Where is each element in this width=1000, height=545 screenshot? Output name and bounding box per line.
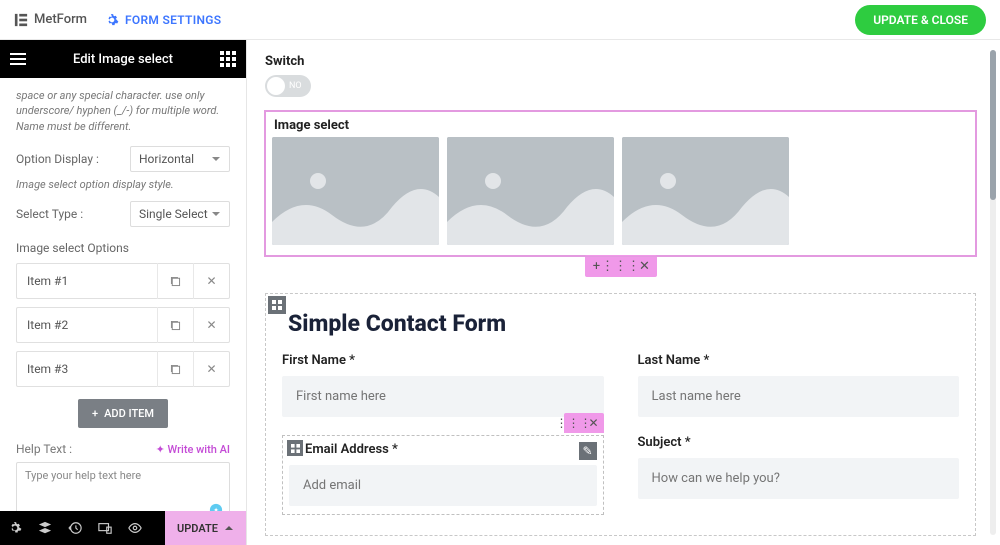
switch-knob [267,77,285,95]
option-item-label: Item #3 [17,362,157,376]
form-settings-button[interactable]: FORM SETTINGS [105,13,221,27]
copy-icon[interactable] [157,351,193,387]
option-item[interactable]: Item #3 ✕ [16,351,230,387]
image-option[interactable] [622,137,789,245]
last-name-label: Last Name * [638,353,960,368]
email-input[interactable] [289,465,597,506]
svg-text:✦: ✦ [213,507,219,511]
name-help-note: space or any special character. use only… [16,88,230,134]
first-name-field: First Name * [282,353,604,417]
top-bar: MetForm FORM SETTINGS UPDATE & CLOSE [0,0,1000,40]
help-text-row: Help Text : ✦ Write with AI [16,442,230,456]
copy-icon[interactable] [157,263,193,299]
chevron-down-icon [211,209,221,219]
subject-label: Subject * [638,435,960,450]
brand[interactable]: MetForm [14,12,87,27]
chevron-up-icon [224,523,234,533]
help-text-label: Help Text : [16,442,72,456]
email-field: ⋮⋮⋮ ✕ ✎ Email Address * [282,435,604,515]
update-button[interactable]: UPDATE [165,511,246,545]
settings-icon[interactable] [0,511,30,545]
scrollbar-thumb[interactable] [990,50,996,200]
option-item-label: Item #2 [17,318,157,332]
image-select-title: Image select [266,112,975,137]
close-icon[interactable]: ✕ [193,263,229,299]
image-select-options [266,137,975,245]
canvas-area: Switch NO Image select + ⋮⋮⋮ ✕ Simple C [247,40,1000,545]
email-label: Email Address * [305,442,597,457]
panel-header: Edit Image select [0,40,246,78]
form-grid: First Name * Last Name * ⋮⋮⋮ ✕ ✎ Ema [282,353,959,515]
contact-form-title: Simple Contact Form [288,310,959,337]
drag-icon[interactable]: ⋮⋮⋮ [564,413,584,433]
option-display-row: Option Display : Horizontal [16,146,230,172]
update-label: UPDATE [177,522,218,535]
switch-widget: Switch NO [265,54,976,97]
help-text-placeholder: Type your help text here [25,469,141,482]
preview-icon[interactable] [120,511,150,545]
first-name-input[interactable] [282,376,604,417]
layers-icon[interactable] [30,511,60,545]
update-close-button[interactable]: UPDATE & CLOSE [855,5,986,35]
option-item[interactable]: Item #1 ✕ [16,263,230,299]
select-type-label: Select Type : [16,207,83,221]
write-with-ai-button[interactable]: ✦ Write with AI [156,443,230,456]
add-item-label: ADD ITEM [104,407,154,420]
panel-body: space or any special character. use only… [0,78,246,511]
plus-icon: + [92,407,98,420]
section-handle-icon[interactable] [268,296,286,314]
close-icon[interactable]: ✕ [584,413,604,433]
last-name-field: Last Name * [638,353,960,417]
select-type-select[interactable]: Single Select [130,201,230,227]
image-option[interactable] [272,137,439,245]
option-item[interactable]: Item #2 ✕ [16,307,230,343]
switch-value: NO [289,81,302,91]
subject-input[interactable] [638,458,960,499]
option-display-hint: Image select option display style. [16,178,230,191]
select-type-row: Select Type : Single Select [16,201,230,227]
option-display-label: Option Display : [16,152,99,166]
option-item-label: Item #1 [17,274,157,288]
menu-icon[interactable] [10,51,26,67]
copy-icon[interactable] [157,307,193,343]
form-settings-label: FORM SETTINGS [125,13,221,27]
panel-footer: UPDATE [0,511,246,545]
close-icon[interactable]: ✕ [633,255,657,277]
last-name-input[interactable] [638,376,960,417]
contact-form-section[interactable]: Simple Contact Form First Name * Last Na… [265,293,976,536]
chevron-down-icon [211,154,221,164]
section-handle-icon[interactable] [287,440,303,456]
image-option[interactable] [447,137,614,245]
panel-title: Edit Image select [73,52,173,67]
edit-icon[interactable]: ✎ [579,442,597,460]
brand-label: MetForm [34,12,87,27]
top-bar-left: MetForm FORM SETTINGS [14,12,221,27]
options-subhead: Image select Options [16,241,230,255]
editor-sidebar: Edit Image select space or any special c… [0,40,247,545]
subject-field: Subject * [638,435,960,515]
gear-icon [105,13,119,27]
widget-controls: + ⋮⋮⋮ ✕ [265,255,976,277]
option-display-select[interactable]: Horizontal [130,146,230,172]
grid-icon[interactable] [220,51,236,67]
close-icon[interactable]: ✕ [193,351,229,387]
add-item-button[interactable]: + ADD ITEM [78,399,168,428]
ai-badge-icon[interactable]: ✦ [209,503,223,511]
switch-label: Switch [265,54,976,69]
image-select-widget[interactable]: Image select [265,111,976,256]
elementor-icon [14,13,28,27]
help-text-input[interactable]: Type your help text here ✦ [16,462,230,511]
history-icon[interactable] [60,511,90,545]
widget-mini-controls: ⋮⋮⋮ ✕ [564,413,604,433]
email-widget-selected[interactable]: ✎ Email Address * [282,435,604,515]
switch-toggle[interactable]: NO [265,75,311,97]
drag-icon[interactable]: ⋮⋮⋮ [609,255,633,277]
responsive-icon[interactable] [90,511,120,545]
close-icon[interactable]: ✕ [193,307,229,343]
first-name-label: First Name * [282,353,604,368]
